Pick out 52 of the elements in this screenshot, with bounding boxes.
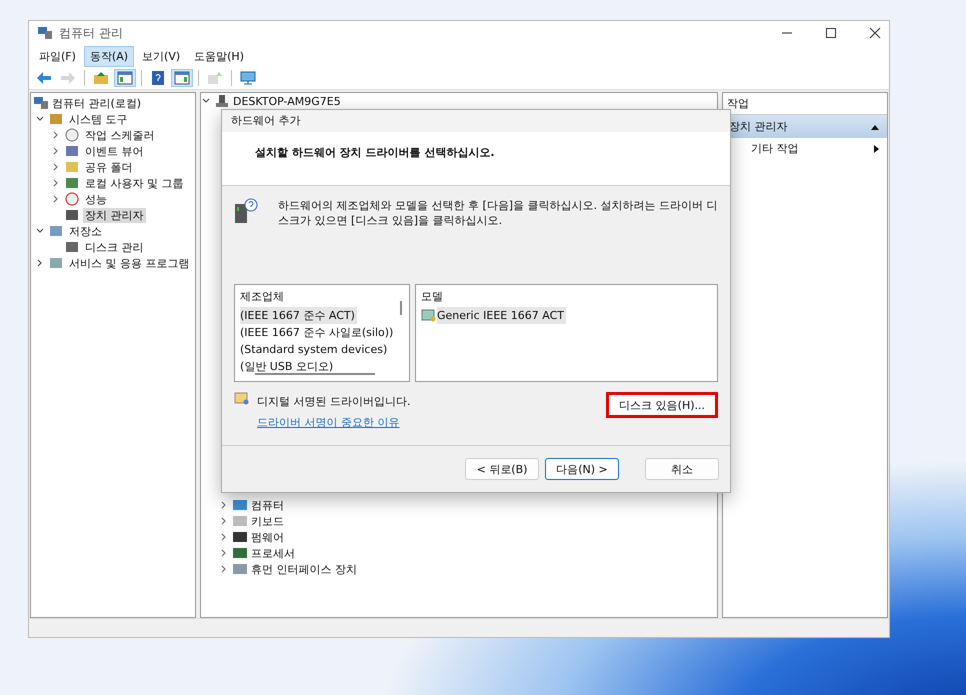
tree-item[interactable]: 컴퓨터 관리(로컬): [52, 96, 142, 110]
tree-item[interactable]: 공유 폴더: [83, 160, 134, 174]
menu-item[interactable]: 도움말(H): [188, 46, 250, 66]
list-header: 제조업체: [240, 289, 285, 305]
tree-item[interactable]: 프로세서: [251, 546, 295, 560]
computer-icon: [37, 26, 53, 40]
maximize-icon[interactable]: [825, 27, 837, 39]
close-icon[interactable]: [869, 27, 881, 39]
computer-icon: [33, 96, 49, 110]
signature-info-link[interactable]: 드라이버 서명이 중요한 이유: [257, 415, 410, 430]
tree-item[interactable]: 펌웨어: [251, 530, 284, 544]
dialog-title: 하드웨어 추가: [222, 110, 730, 132]
signature-status-text: 디지털 서명된 드라이버입니다.: [257, 394, 410, 409]
menu-item[interactable]: 동작(A): [84, 46, 134, 66]
list-header: 모델: [421, 289, 444, 305]
tree-item[interactable]: 휴먼 인터페이스 장치: [251, 562, 357, 576]
dialog-button[interactable]: < 뒤로(B): [465, 458, 539, 480]
manufacturer-list[interactable]: 제조업체 (IEEE 1667 준수 ACT) (IEEE 1667 준수 사일로(silo)) (Standard system devices) (일반 USB 오디오): [234, 284, 410, 382]
model-list[interactable]: 모델 Generic IEEE 1667 ACT: [415, 284, 718, 382]
window-title: 컴퓨터 관리: [59, 24, 123, 42]
tree-item[interactable]: 키보드: [251, 514, 284, 528]
list-item[interactable]: (일반 USB 오디오): [240, 358, 336, 375]
action-link[interactable]: 기타 작업: [751, 141, 874, 156]
computer-icon: [214, 94, 230, 108]
hardware-help-icon: [234, 198, 258, 224]
tree-item[interactable]: 시스템 도구: [67, 112, 130, 126]
dialog-button[interactable]: 다음(N) >: [545, 458, 619, 480]
certificate-icon: [234, 392, 249, 405]
dialog-button[interactable]: 취소: [645, 458, 719, 480]
menu-item[interactable]: 보기(V): [136, 46, 186, 66]
tree-item[interactable]: DESKTOP-AM9G7E5: [233, 94, 341, 108]
action-pane-icon[interactable]: [171, 69, 193, 87]
instruction-text: 하드웨어의 제조업체와 모델을 선택한 후 [다음]을 클릭하십시오. 설치하려는 드라이버 디스크가 있으면 [디스크 있음]을 클릭하십시오.: [278, 198, 718, 228]
tree-item[interactable]: 로컬 사용자 및 그룹: [83, 176, 186, 190]
driver-icon: [421, 309, 436, 322]
caret-icon: [874, 144, 879, 152]
list-item[interactable]: (IEEE 1667 준수 ACT): [240, 307, 357, 324]
tree-item[interactable]: 장치 관리자: [83, 208, 146, 222]
tree-item[interactable]: 디스크 관리: [83, 240, 146, 254]
tree-item[interactable]: 컴퓨터: [251, 498, 284, 512]
list-item[interactable]: (Standard system devices): [240, 341, 390, 358]
dialog-heading: 설치할 하드웨어 장치 드라이버를 선택하십시오.: [255, 146, 494, 159]
tree-item[interactable]: 성능: [83, 192, 109, 206]
tree-item[interactable]: 저장소: [67, 224, 104, 238]
tree-pane-icon[interactable]: [114, 69, 136, 87]
list-item[interactable]: Generic IEEE 1667 ACT: [437, 307, 566, 324]
menu-item[interactable]: 파일(F): [33, 46, 82, 66]
list-item[interactable]: (IEEE 1667 준수 사일로(silo)): [240, 324, 396, 341]
tree-item[interactable]: 작업 스케줄러: [83, 128, 156, 142]
have-disk-button[interactable]: 디스크 있음(H)...: [606, 392, 718, 418]
tree-item[interactable]: 이벤트 뷰어: [83, 144, 146, 158]
tree-item[interactable]: 서비스 및 응용 프로그램: [67, 256, 192, 270]
